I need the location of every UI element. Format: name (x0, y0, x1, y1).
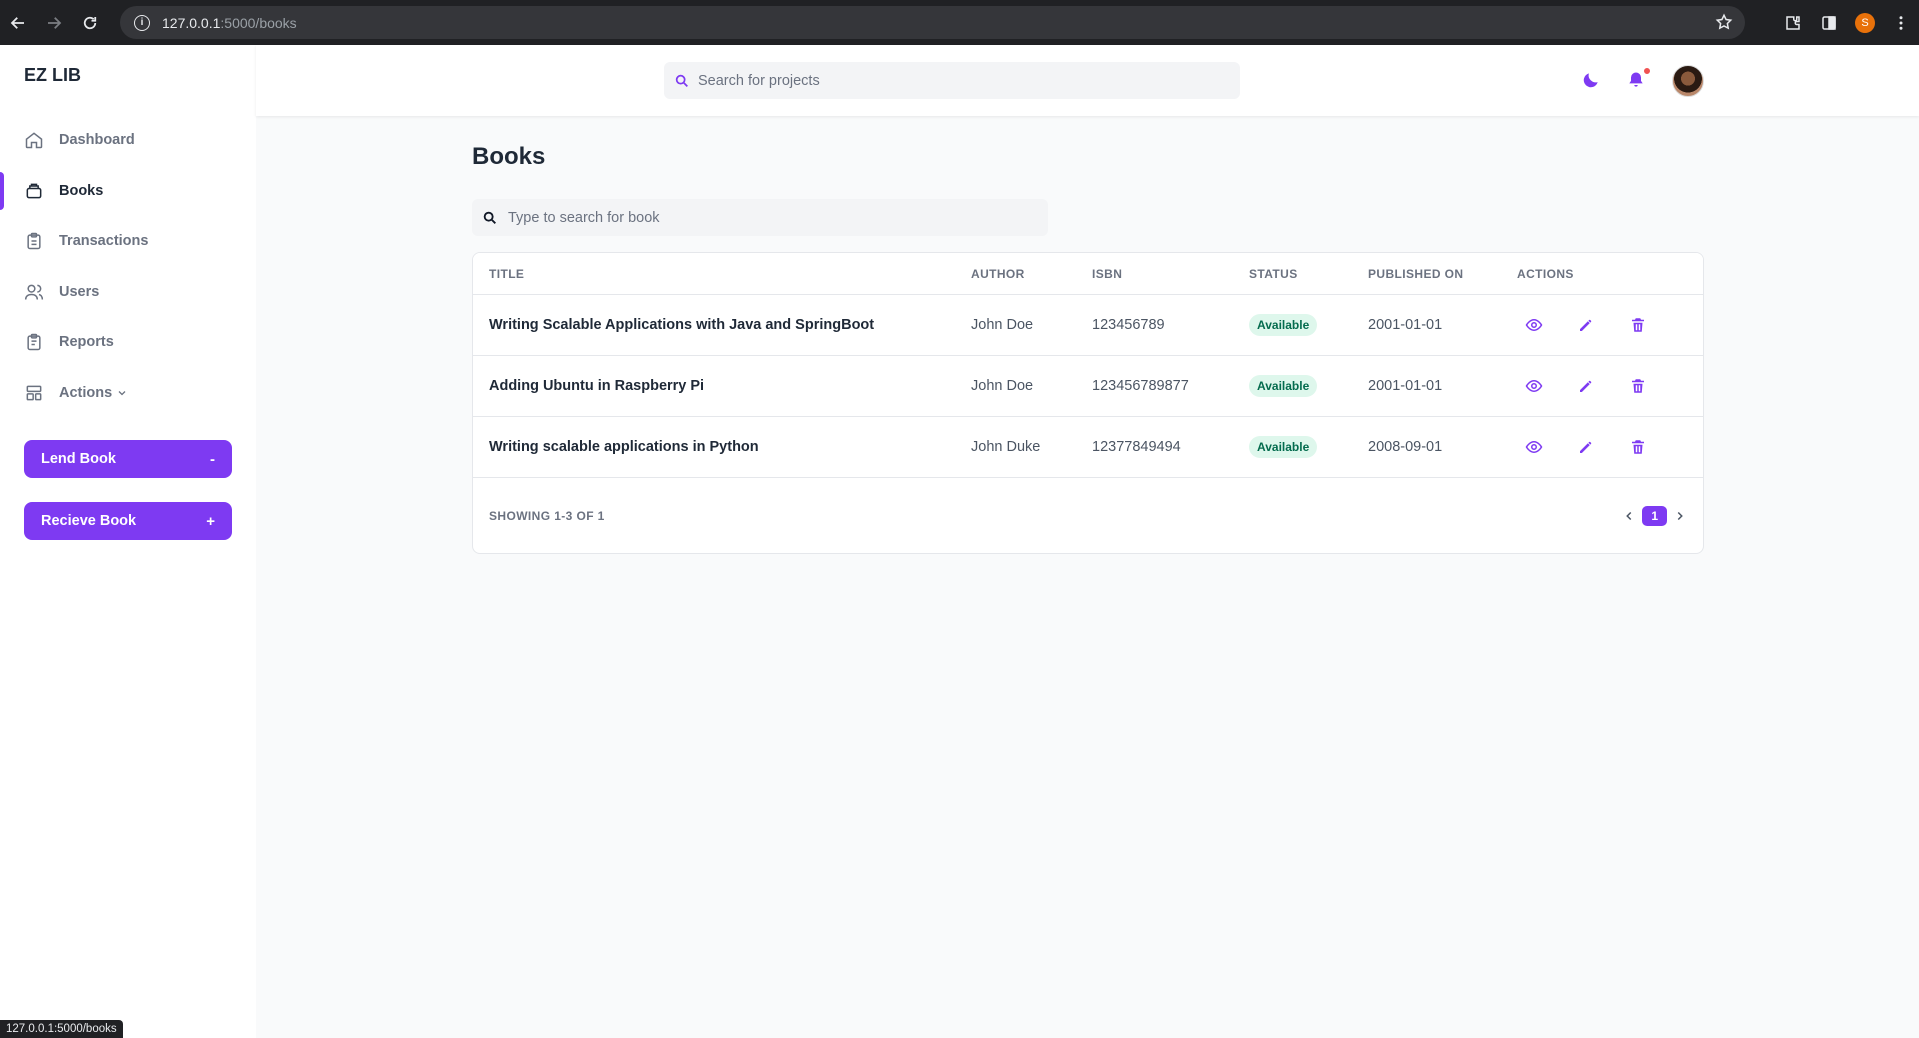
search-icon (675, 74, 688, 87)
sidebar: EZ LIB Dashboard Books Transactions User… (0, 45, 256, 1038)
column-header-published: Published On (1368, 266, 1464, 281)
sidebar-item-label: Actions (59, 384, 113, 401)
template-icon (24, 383, 44, 403)
top-header (256, 45, 1919, 116)
book-icon (24, 181, 44, 201)
profile-avatar: S (1855, 12, 1875, 33)
sidebar-item-actions[interactable]: Actions (0, 368, 256, 419)
column-header-author: Author (971, 266, 1025, 281)
sidebar-item-users[interactable]: Users (0, 267, 256, 318)
view-icon[interactable] (1517, 315, 1569, 335)
chevron-left-icon[interactable] (1622, 509, 1636, 523)
browser-status-url: 127.0.0.1:5000/books (0, 1020, 123, 1038)
table-row: Adding Ubuntu in Raspberry Pi John Doe 1… (473, 356, 1703, 417)
sidebar-item-books[interactable]: Books (0, 166, 256, 217)
theme-toggle-moon-icon[interactable] (1581, 70, 1601, 90)
column-header-isbn: ISBN (1092, 266, 1123, 281)
sidebar-item-label: Transactions (59, 233, 149, 250)
book-search-input[interactable] (508, 209, 1028, 226)
lend-book-button[interactable]: Lend Book - (24, 440, 232, 478)
book-author: John Doe (971, 317, 1034, 333)
search-icon (483, 211, 496, 224)
sidebar-nav: Dashboard Books Transactions Users Repor… (0, 115, 256, 418)
profile-button[interactable]: S (1847, 0, 1883, 45)
books-table: Title Author ISBN Status Published On Ac… (472, 252, 1704, 554)
book-isbn: 123456789877 (1092, 378, 1189, 394)
address-bar[interactable]: i 127.0.0.1:5000/books (120, 6, 1745, 39)
book-author: John Doe (971, 378, 1034, 394)
book-published: 2008-09-01 (1368, 439, 1443, 455)
column-header-actions: Actions (1517, 266, 1574, 281)
table-row: Writing Scalable Applications with Java … (473, 295, 1703, 356)
sidebar-item-dashboard[interactable]: Dashboard (0, 115, 256, 166)
column-header-title: Title (489, 266, 525, 281)
book-title: Adding Ubuntu in Raspberry Pi (489, 378, 705, 394)
forward-icon[interactable] (36, 0, 72, 45)
edit-icon[interactable] (1569, 315, 1621, 335)
book-title: Writing Scalable Applications with Java … (489, 317, 875, 333)
users-icon (24, 282, 44, 302)
receive-book-label: Recieve Book (41, 513, 137, 529)
reload-icon[interactable] (72, 0, 108, 45)
book-isbn: 12377849494 (1092, 439, 1181, 455)
book-author: John Duke (971, 439, 1041, 455)
bookmark-star-icon[interactable] (1715, 13, 1733, 31)
page-title: Books (472, 143, 546, 170)
chevron-down-icon (118, 390, 126, 396)
delete-icon[interactable] (1621, 315, 1673, 335)
back-icon[interactable] (0, 0, 36, 45)
edit-icon[interactable] (1569, 437, 1621, 457)
sidebar-item-label: Reports (59, 334, 114, 351)
url-host: 127.0.0.1 (162, 14, 221, 31)
sidebar-item-label: Books (59, 182, 104, 199)
delete-icon[interactable] (1621, 437, 1673, 457)
minus-icon: - (210, 450, 215, 468)
extensions-icon[interactable] (1775, 0, 1811, 45)
chevron-right-icon[interactable] (1673, 509, 1687, 523)
book-search[interactable] (472, 199, 1048, 236)
column-header-status: Status (1249, 266, 1298, 281)
status-badge: Available (1249, 314, 1318, 336)
table-row: Writing scalable applications in Python … (473, 417, 1703, 478)
book-published: 2001-01-01 (1368, 378, 1443, 394)
plus-icon: + (206, 512, 215, 530)
status-badge: Available (1249, 375, 1318, 397)
book-isbn: 123456789 (1092, 317, 1165, 333)
edit-icon[interactable] (1569, 376, 1621, 396)
view-icon[interactable] (1517, 376, 1569, 396)
view-icon[interactable] (1517, 437, 1569, 457)
pagination: 1 (1622, 506, 1687, 526)
table-header: Title Author ISBN Status Published On Ac… (473, 253, 1703, 295)
sidebar-item-label: Dashboard (59, 132, 135, 149)
delete-icon[interactable] (1621, 376, 1673, 396)
menu-dots-icon[interactable] (1883, 0, 1919, 45)
site-info-icon[interactable]: i (134, 14, 150, 31)
pagination-summary: Showing 1-3 of 1 (489, 509, 605, 523)
notification-badge (1643, 67, 1651, 75)
home-icon (24, 130, 44, 150)
project-search-input[interactable] (698, 72, 1198, 89)
status-badge: Available (1249, 436, 1318, 458)
side-panel-icon[interactable] (1811, 0, 1847, 45)
page-button-1[interactable]: 1 (1642, 506, 1667, 526)
book-published: 2001-01-01 (1368, 317, 1443, 333)
sidebar-item-label: Users (59, 283, 100, 300)
project-search[interactable] (664, 62, 1240, 99)
clipboard-icon (24, 231, 44, 251)
book-title: Writing scalable applications in Python (489, 439, 759, 455)
lend-book-label: Lend Book (41, 451, 116, 467)
sidebar-item-transactions[interactable]: Transactions (0, 216, 256, 267)
receive-book-button[interactable]: Recieve Book + (24, 502, 232, 540)
brand-logo[interactable]: EZ LIB (24, 65, 81, 86)
browser-chrome: i 127.0.0.1:5000/books S (0, 0, 1919, 45)
sidebar-item-reports[interactable]: Reports (0, 317, 256, 368)
user-avatar[interactable] (1672, 65, 1704, 97)
url-path: :5000/books (220, 14, 297, 31)
report-icon (24, 332, 44, 352)
table-footer: Showing 1-3 of 1 1 (473, 478, 1703, 553)
